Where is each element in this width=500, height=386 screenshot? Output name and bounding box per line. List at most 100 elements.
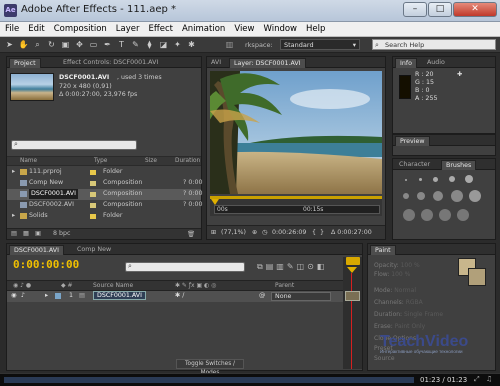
menu-effect[interactable]: Effect <box>144 22 177 34</box>
tab-avi[interactable]: AVI <box>207 58 225 68</box>
minimize-button[interactable]: – <box>403 2 427 17</box>
tab-paint[interactable]: Paint <box>370 245 396 255</box>
volume-icon[interactable]: ♫ <box>486 375 492 383</box>
brush-tip[interactable] <box>403 193 409 199</box>
label-color-swatch[interactable] <box>90 203 96 208</box>
out-point-icon[interactable]: } <box>320 229 324 236</box>
maximize-button[interactable]: □ <box>428 2 452 17</box>
tab-timeline-comp-new[interactable]: Comp New <box>73 245 115 255</box>
layer-switch-icons[interactable]: ✱ ∕ <box>175 292 184 299</box>
in-point-icon[interactable]: { <box>312 229 316 236</box>
current-time-indicator-icon[interactable] <box>347 267 357 273</box>
col-source-name[interactable]: Source Name <box>93 282 133 289</box>
menu-edit[interactable]: Edit <box>23 22 48 34</box>
timeline-layer-row[interactable]: ◉ ♪ ▸ 1 ▤ DSCF0001.AVI ✱ ∕ @ None <box>7 291 362 302</box>
brush-tip[interactable] <box>405 179 407 181</box>
roto-brush-tool-icon[interactable]: ✦ <box>172 39 183 50</box>
layer-label-color[interactable] <box>55 293 61 299</box>
new-comp-icon[interactable]: ▣ <box>35 230 41 237</box>
interpret-footage-icon[interactable]: ▤ <box>11 230 17 237</box>
label-color-swatch[interactable] <box>90 214 96 219</box>
tab-timeline-dscf0001[interactable]: DSCF0001.AVI <box>9 245 64 255</box>
col-duration[interactable]: Duration <box>175 158 200 164</box>
hand-tool-icon[interactable]: ✋ <box>18 39 29 50</box>
project-list-item[interactable]: ▸ 111.prproj Folder <box>7 167 201 178</box>
snapshot-icon[interactable]: ⊕ <box>252 229 257 236</box>
mask-rectangle-tool-icon[interactable]: ▭ <box>88 39 99 50</box>
background-color-swatch[interactable] <box>468 268 486 286</box>
col-parent[interactable]: Parent <box>275 282 294 289</box>
label-color-swatch[interactable] <box>90 192 96 197</box>
zoom-tool-icon[interactable]: ⌕ <box>32 39 43 50</box>
expand-arrow-icon[interactable]: ▸ <box>12 211 15 221</box>
fullscreen-icon[interactable]: ⤢ <box>474 375 480 384</box>
close-button[interactable]: ✕ <box>453 2 497 17</box>
menu-file[interactable]: File <box>0 22 23 34</box>
brush-tip[interactable] <box>457 209 469 221</box>
zoom-level[interactable]: (77,1%) <box>221 229 246 236</box>
selection-tool-icon[interactable]: ➤ <box>4 39 15 50</box>
current-time[interactable]: 0:00:26:09 <box>272 229 306 236</box>
viewer-timebar[interactable]: 00s 00:15s <box>214 205 380 214</box>
menu-composition[interactable]: Composition <box>49 22 111 34</box>
menu-animation[interactable]: Animation <box>177 22 229 34</box>
render-indicator-icon[interactable]: ⊞ <box>211 229 216 236</box>
project-list-item[interactable]: DSCF0002.AVI Composition ? 0:00 <box>7 200 202 211</box>
text-tool-icon[interactable]: T <box>116 39 127 50</box>
parent-select[interactable]: None <box>271 292 331 301</box>
tab-character[interactable]: Character <box>395 160 434 170</box>
search-help-input[interactable]: ⌕ Search Help <box>372 39 496 50</box>
brush-tool-icon[interactable]: ✎ <box>130 39 141 50</box>
menu-window[interactable]: Window <box>258 22 301 34</box>
brush-tip[interactable] <box>417 192 425 200</box>
brush-tip[interactable] <box>451 190 463 202</box>
paint-duration[interactable]: Single Frame <box>404 311 443 318</box>
camera-tool-icon[interactable]: ▣ <box>60 39 71 50</box>
timeline-search-input[interactable]: ⌕ <box>125 262 245 272</box>
tab-project[interactable]: Project <box>9 58 41 68</box>
tab-audio[interactable]: Audio <box>423 58 449 68</box>
timeline-current-time[interactable]: 0:00:00:00 <box>13 258 79 271</box>
tab-layer[interactable]: Layer: DSCF0001.AVI <box>229 58 306 68</box>
workspace-select[interactable]: Standard ▾ <box>280 39 360 50</box>
brush-tip[interactable] <box>403 209 415 221</box>
eraser-tool-icon[interactable]: ◪ <box>158 39 169 50</box>
project-list-item[interactable]: Comp New Composition ? 0:00 <box>7 178 202 189</box>
project-list-item[interactable]: DSCF0001.AVI Composition ? 0:00 <box>7 189 202 200</box>
viewer-time-ruler[interactable]: 00s 00:15s <box>210 196 382 216</box>
brush-tip[interactable] <box>465 175 473 183</box>
layer-duration-bar[interactable] <box>345 291 360 301</box>
playback-progress-track[interactable] <box>4 377 414 383</box>
label-color-swatch[interactable] <box>90 181 96 186</box>
tab-brushes[interactable]: Brushes <box>441 160 477 170</box>
toggle-switches-modes-button[interactable]: Toggle Switches / Modes <box>176 359 244 376</box>
timeline-switches-icons[interactable]: ⧉▤▥✎◫⊙◧ <box>257 262 327 272</box>
timecode-clock-icon[interactable]: ◷ <box>262 229 268 236</box>
paint-channels[interactable]: RGBA <box>406 299 423 306</box>
visibility-eye-icon[interactable]: ◉ <box>11 292 17 299</box>
tab-preview[interactable]: Preview <box>395 136 430 146</box>
puppet-tool-icon[interactable]: ✱ <box>186 39 197 50</box>
brush-tip[interactable] <box>421 209 433 221</box>
rotate-tool-icon[interactable]: ↻ <box>46 39 57 50</box>
brush-tip[interactable] <box>433 191 443 201</box>
expand-arrow-icon[interactable]: ▸ <box>45 292 48 299</box>
paint-opacity[interactable]: 100 % <box>401 262 420 269</box>
col-name[interactable]: Name <box>20 158 37 164</box>
timeline-graph-area[interactable] <box>343 257 362 369</box>
audio-icon[interactable]: ♪ <box>21 292 25 299</box>
brush-tip[interactable] <box>469 190 481 202</box>
tab-info[interactable]: Info <box>395 58 417 68</box>
col-type[interactable]: Type <box>94 158 107 164</box>
paint-erase[interactable]: Paint Only <box>395 323 426 330</box>
clone-stamp-tool-icon[interactable]: ⧫ <box>144 39 155 50</box>
new-folder-icon[interactable]: ▦ <box>23 230 29 237</box>
bpc-label[interactable]: 8 bpc <box>53 230 70 237</box>
brush-tip[interactable] <box>439 209 451 221</box>
project-search-input[interactable]: ⌕ <box>11 140 137 150</box>
pick-whip-icon[interactable]: @ <box>259 292 265 299</box>
trash-icon[interactable]: 🗑 <box>187 230 195 238</box>
paint-mode[interactable]: Normal <box>394 287 416 294</box>
menu-help[interactable]: Help <box>301 22 329 34</box>
brush-tip[interactable] <box>449 176 455 182</box>
